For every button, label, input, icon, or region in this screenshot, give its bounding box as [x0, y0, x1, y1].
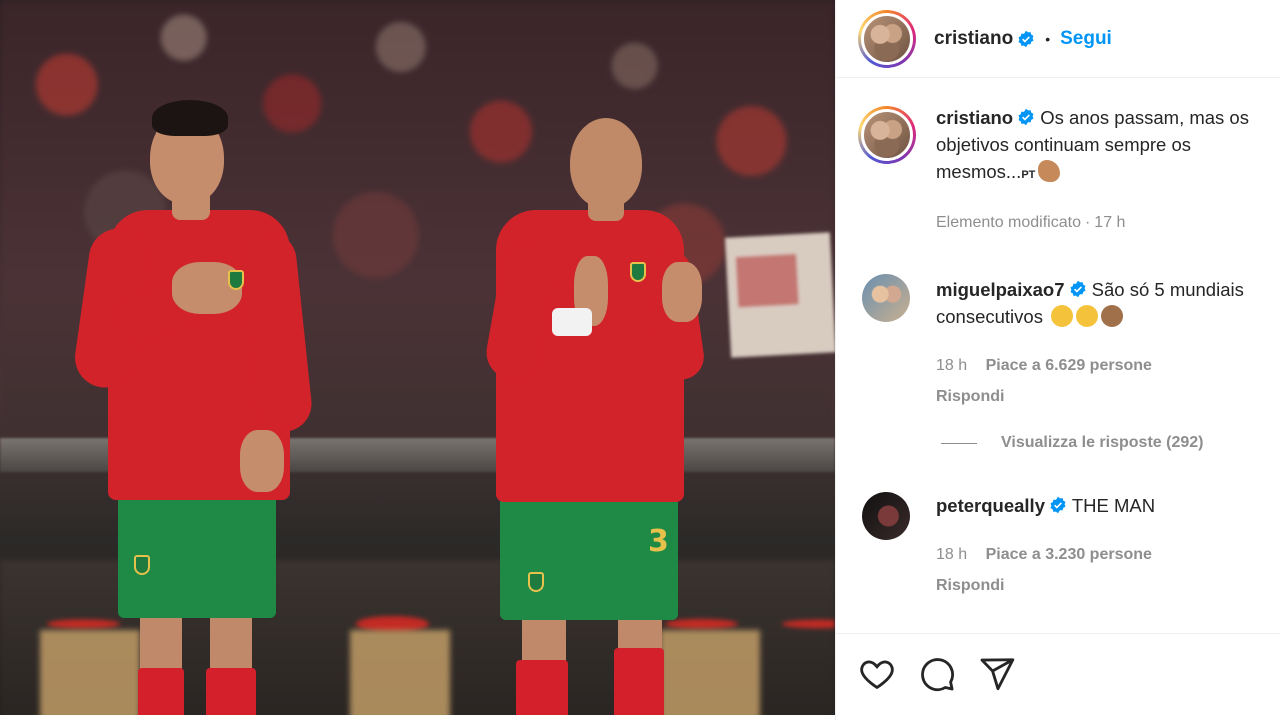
comments-list: cristiano Os anos passam, mas os objetiv… — [836, 78, 1280, 634]
caption-username[interactable]: cristiano — [936, 107, 1013, 128]
author-avatar[interactable] — [858, 9, 916, 68]
caption-author-avatar[interactable] — [858, 106, 916, 164]
edited-time: 17 h — [1094, 214, 1126, 231]
share-icon[interactable] — [978, 655, 1016, 693]
comment-username[interactable]: miguelpaixao7 — [936, 279, 1065, 300]
flexed-biceps-icon — [1038, 160, 1061, 182]
reply-button[interactable]: Rispondi — [936, 572, 1270, 599]
flag-pt-label: PT — [1021, 169, 1036, 181]
seat-base — [660, 630, 760, 715]
caption-body: cristiano Os anos passam, mas os objetiv… — [936, 104, 1270, 236]
view-replies-line — [941, 442, 977, 444]
comment-meta: 18 h Piace a 3.230 persone — [936, 541, 1270, 568]
follow-button[interactable]: Segui — [1060, 28, 1112, 50]
comment-body: miguelpaixao7 São só 5 mundiais consecut… — [936, 276, 1270, 410]
comment-item: miguelpaixao7 São só 5 mundiais consecut… — [858, 274, 1270, 410]
view-replies-button[interactable]: Visualizza le risposte (292) — [941, 434, 1203, 452]
comment-likes[interactable]: Piace a 3.230 persone — [986, 546, 1152, 563]
comment-likes[interactable]: Piace a 6.629 persone — [986, 357, 1152, 374]
post-actions — [858, 655, 1016, 693]
comment-text: THE MAN — [1071, 495, 1156, 516]
comment-username[interactable]: peterqueally — [936, 495, 1045, 516]
caption-meta: Elemento modificato · 17 h — [936, 214, 1126, 231]
comment-body: peterqueally THE MAN 18 h Piace a 3.230 … — [936, 492, 1270, 599]
seat-base — [40, 630, 140, 715]
verified-badge-icon — [1070, 280, 1086, 298]
grinning-sweat-icon — [1076, 305, 1099, 327]
jersey-number: 3 — [648, 524, 669, 559]
verified-badge-icon — [1018, 30, 1034, 47]
comment-icon[interactable] — [918, 655, 956, 693]
comment-item: peterqueally THE MAN 18 h Piace a 3.230 … — [858, 492, 1270, 599]
commenter-avatar[interactable] — [862, 492, 910, 540]
author-username[interactable]: cristiano — [934, 28, 1013, 50]
seat-base — [350, 630, 450, 715]
commenter-avatar[interactable] — [862, 274, 910, 322]
fan-sign — [724, 232, 835, 358]
verified-badge-icon — [1050, 496, 1066, 514]
reply-button[interactable]: Rispondi — [936, 383, 1270, 410]
verified-badge-icon — [1018, 108, 1034, 126]
post-photo[interactable]: 3 — [0, 0, 835, 715]
comment-time: 18 h — [936, 357, 968, 374]
comment-time: 18 h — [936, 546, 968, 563]
clapping-hands-icon — [1101, 305, 1124, 327]
post-header: cristiano • Segui — [836, 0, 1280, 78]
header-separator: • — [1045, 30, 1051, 47]
comment-meta: 18 h Piace a 6.629 persone — [936, 352, 1270, 379]
edited-label: Elemento modificato — [936, 214, 1081, 231]
view-replies-label: Visualizza le risposte (292) — [1001, 434, 1204, 451]
thinking-face-icon — [1051, 305, 1074, 327]
post-sidebar: cristiano • Segui cristiano Os anos pass… — [835, 0, 1280, 720]
caption-row: cristiano Os anos passam, mas os objetiv… — [858, 106, 1270, 236]
heart-icon[interactable] — [858, 655, 896, 693]
